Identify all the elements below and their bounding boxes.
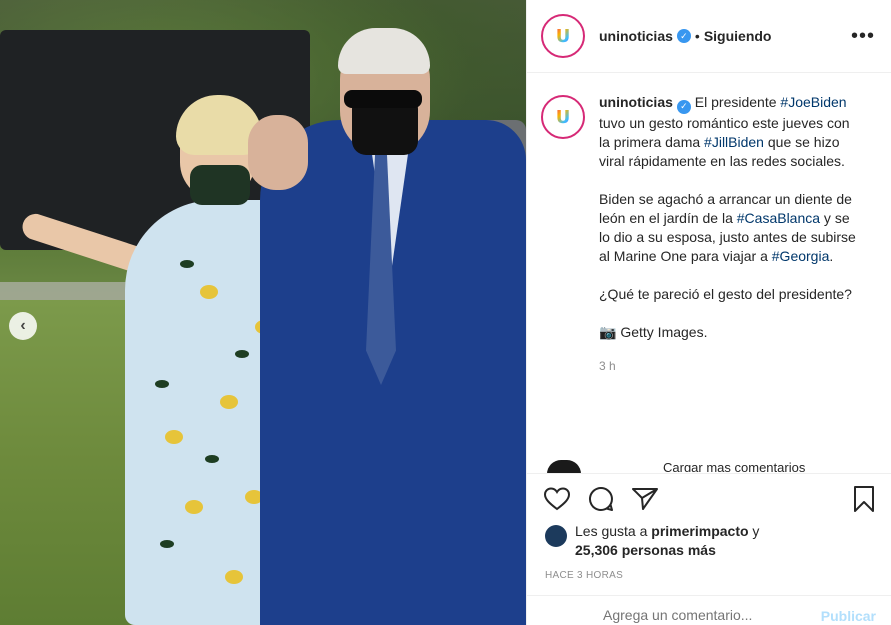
liker-avatar[interactable]	[545, 525, 567, 547]
carousel-prev-button[interactable]: ‹	[9, 312, 37, 340]
verified-badge-icon: ✓	[676, 99, 691, 114]
univision-logo-icon: U	[545, 99, 581, 135]
next-comment-peek[interactable]: Cargar mas comentarios	[663, 460, 805, 472]
likes-count[interactable]: 25,306 personas más	[575, 542, 716, 558]
hashtag-casablanca[interactable]: #CasaBlanca	[737, 210, 820, 226]
caption-username[interactable]: uninoticias	[599, 94, 673, 110]
share-icon[interactable]	[631, 485, 659, 513]
post-side-panel: U uninoticias ✓ • Siguiendo ••• U uninot…	[526, 0, 891, 625]
caption-timestamp: 3 h	[599, 358, 616, 373]
heart-icon[interactable]	[543, 485, 571, 513]
header-separator: •	[694, 28, 700, 44]
caption-section: U uninoticias ✓ El presidente #JoeBiden t…	[527, 73, 891, 473]
hashtag-joebiden[interactable]: #JoeBiden	[780, 94, 846, 110]
comment-input[interactable]	[603, 605, 821, 625]
caption-question: ¿Qué te pareció el gesto del presidente?	[599, 285, 852, 302]
photo-man-sunglasses	[344, 90, 422, 108]
liker-username[interactable]: primerimpacto	[651, 523, 748, 539]
author-username[interactable]: uninoticias	[599, 28, 673, 44]
univision-logo-icon: U	[545, 18, 581, 54]
post-header: U uninoticias ✓ • Siguiendo •••	[527, 0, 891, 73]
caption-line1-a: El presidente	[694, 94, 781, 110]
likes-summary: Les gusta a primerimpacto y 25,306 perso…	[545, 522, 759, 560]
following-button[interactable]: Siguiendo	[704, 28, 772, 44]
likes-suffix: y	[748, 523, 760, 539]
camera-icon: 📷	[599, 323, 617, 340]
photo-credit: Getty Images.	[620, 323, 708, 340]
publish-button[interactable]: Publicar	[821, 608, 876, 624]
caption-author-avatar[interactable]: U	[541, 95, 585, 139]
bookmark-icon[interactable]	[850, 485, 878, 513]
photo-woman-mask	[190, 165, 250, 205]
caption-para2-c: .	[829, 247, 834, 264]
likes-prefix: Les gusta a	[575, 523, 652, 539]
author-avatar[interactable]: U	[541, 14, 585, 58]
chevron-left-icon: ‹	[20, 317, 26, 334]
comment-bar: Publicar	[527, 595, 891, 625]
caption-text: uninoticias ✓ El presidente #JoeBiden tuv…	[599, 93, 861, 473]
post-timestamp[interactable]: HACE 3 HORAS	[545, 570, 623, 581]
hashtag-jillbiden[interactable]: #JillBiden	[704, 134, 764, 150]
comment-icon[interactable]	[587, 485, 615, 513]
action-bar	[527, 473, 891, 523]
likes-text: Les gusta a primerimpacto y 25,306 perso…	[575, 522, 759, 560]
verified-badge-icon: ✓	[676, 29, 691, 43]
hashtag-georgia[interactable]: #Georgia	[772, 248, 830, 264]
post-photo[interactable]: ‹	[0, 0, 526, 625]
photo-man-hand	[248, 115, 308, 190]
more-options-icon[interactable]: •••	[851, 25, 875, 48]
